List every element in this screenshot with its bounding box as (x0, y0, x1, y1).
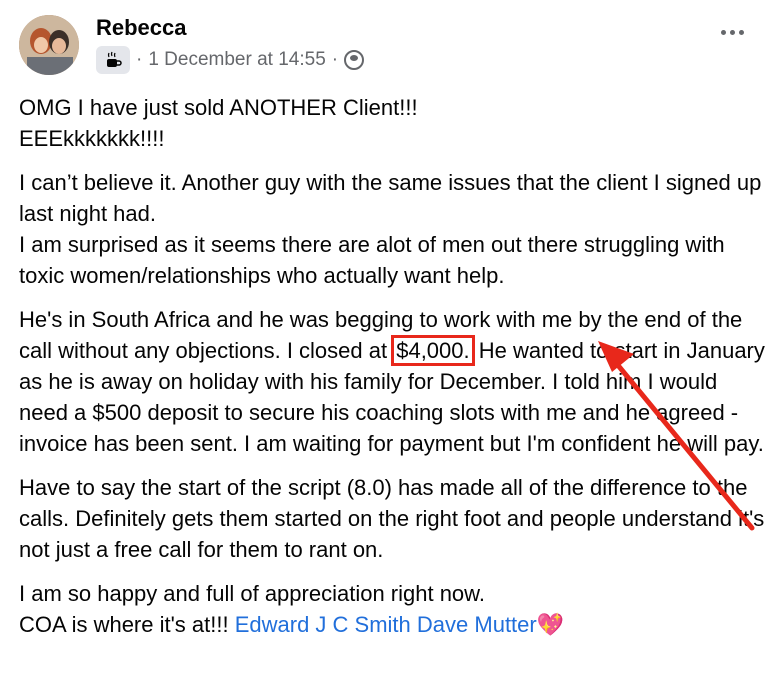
highlighted-amount: $4,000. (391, 335, 475, 366)
paragraph-5: I am so happy and full of appreciation r… (19, 578, 769, 640)
paragraph-1: OMG I have just sold ANOTHER Client!!! E… (19, 95, 418, 151)
paragraph-4: Have to say the start of the script (8.0… (19, 475, 765, 562)
mention-link[interactable]: Dave Mutter (417, 612, 537, 637)
timestamp[interactable]: 1 December at 14:55 (148, 49, 325, 71)
coffee-cup-icon[interactable] (96, 46, 130, 74)
post-meta: · 1 December at 14:55 · (96, 46, 365, 74)
paragraph-2: I can’t believe it. Another guy with the… (19, 170, 762, 288)
dot (721, 30, 726, 35)
paragraph-5-line-2: COA is where it's at!!! (19, 612, 235, 637)
paragraph-5-line-1: I am so happy and full of appreciation r… (19, 581, 485, 606)
paragraph-3: He's in South Africa and he was begging … (19, 304, 769, 459)
facebook-post: Rebecca · 1 December at 14:55 · OMG I ha… (0, 0, 782, 678)
avatar[interactable] (19, 15, 79, 75)
mention-link[interactable]: Edward J C Smith (235, 612, 411, 637)
group-icon[interactable] (344, 50, 365, 70)
profile-photo (19, 15, 79, 75)
dot (730, 30, 735, 35)
dot (739, 30, 744, 35)
post-body: OMG I have just sold ANOTHER Client!!! E… (19, 92, 769, 653)
more-options-icon[interactable] (721, 30, 744, 35)
separator: · (331, 49, 339, 70)
author-name[interactable]: Rebecca (96, 15, 187, 41)
separator: · (136, 49, 143, 70)
sparkling-heart-icon: 💖 (536, 612, 565, 637)
